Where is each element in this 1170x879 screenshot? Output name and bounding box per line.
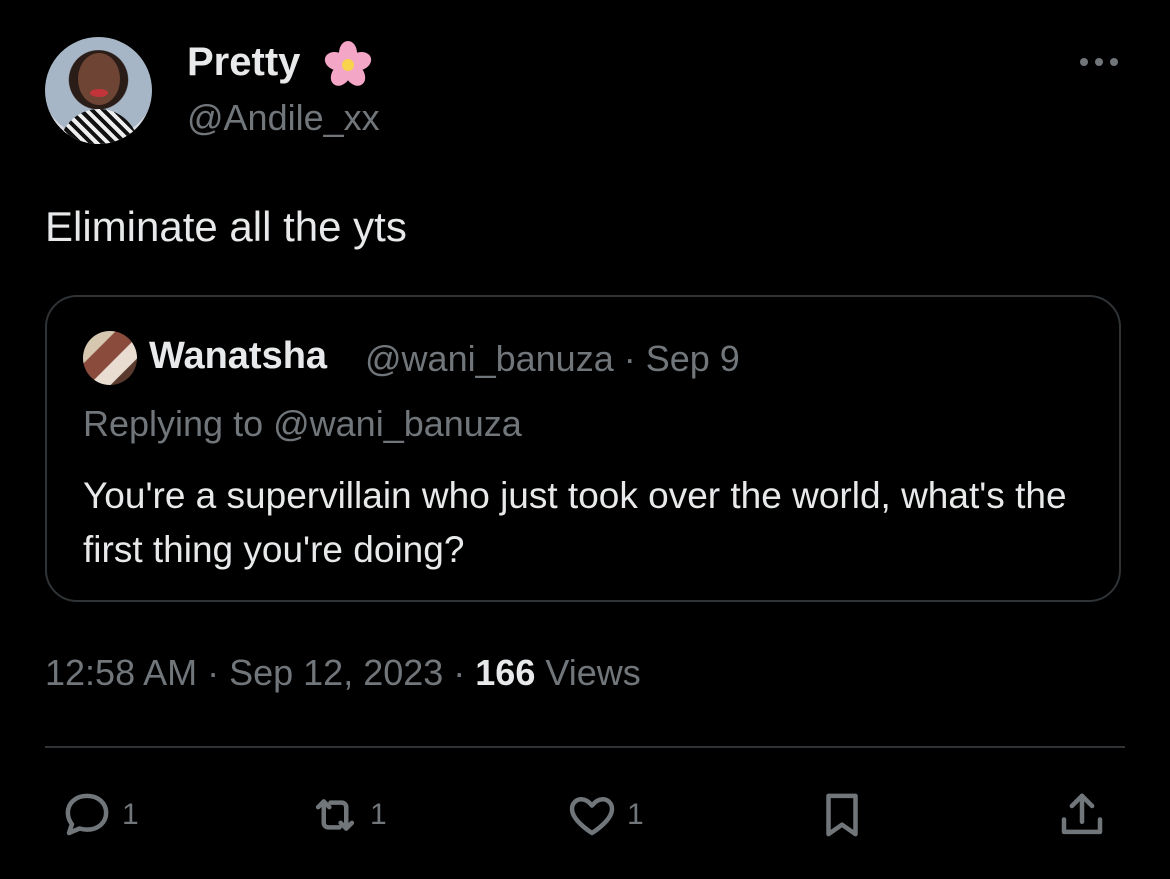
avatar-lips [90, 89, 108, 97]
like-button[interactable]: 1 [565, 785, 644, 845]
quoted-tweet-text: You're a supervillain who just took over… [83, 475, 1067, 570]
more-options-icon[interactable] [1080, 52, 1122, 72]
cherry-blossom-icon [324, 41, 372, 86]
bookmark-icon [826, 793, 858, 837]
reply-icon [65, 793, 109, 836]
reply-count: 1 [122, 798, 139, 831]
retweet-button[interactable]: 1 [308, 785, 387, 845]
avatar-face [78, 53, 120, 105]
retweet-count: 1 [370, 798, 387, 831]
author-handle[interactable]: @Andile_xx [187, 97, 380, 139]
quoted-author-avatar [83, 331, 137, 385]
replying-to-label: Replying to @wani_banuza [83, 403, 522, 444]
divider [45, 746, 1125, 748]
views-label: Views [535, 652, 641, 693]
share-button[interactable] [1055, 785, 1109, 845]
retweet-icon [315, 799, 355, 831]
quoted-tweet-card[interactable]: Wanatsha @wani_banuza · Sep 9 Replying t… [45, 295, 1121, 602]
quoted-tweet-meta: @wani_banuza · Sep 9 [365, 338, 740, 379]
bookmark-button[interactable] [815, 785, 869, 845]
tweet-meta-line: 12:58 AM · Sep 12, 2023 · 166 Views [45, 652, 641, 694]
share-icon [1061, 793, 1103, 835]
author-display-name[interactable]: Pretty [187, 40, 300, 85]
heart-icon [569, 797, 615, 836]
like-count: 1 [627, 798, 644, 831]
avatar-shirt [59, 109, 139, 144]
tweet-text: Eliminate all the yts [45, 203, 407, 250]
views-count: 166 [475, 652, 536, 693]
author-avatar[interactable] [45, 37, 152, 144]
quoted-author-name: Wanatsha [149, 335, 328, 377]
tweet-timestamp[interactable]: 12:58 AM · Sep 12, 2023 · [45, 652, 475, 693]
reply-button[interactable]: 1 [60, 785, 139, 845]
